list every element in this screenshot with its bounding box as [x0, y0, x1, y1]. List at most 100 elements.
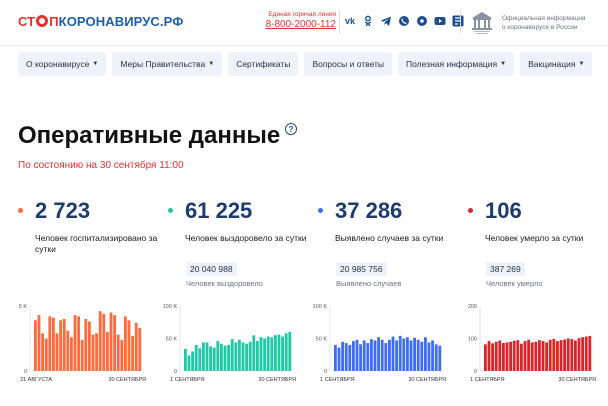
chart-bar[interactable] [527, 339, 531, 371]
chart-bar[interactable] [116, 334, 120, 371]
chart-bar[interactable] [420, 341, 424, 371]
chart-bar[interactable] [127, 320, 131, 371]
chart-bar[interactable] [95, 333, 99, 371]
chart-bar[interactable] [84, 319, 88, 371]
nav-useful-info[interactable]: Полезная информация ▼ [398, 52, 515, 76]
chart-bar[interactable] [520, 343, 523, 371]
chart-bar[interactable] [134, 322, 138, 371]
chart-bar[interactable] [559, 340, 563, 372]
chart-bar[interactable] [212, 347, 216, 371]
chart-bar[interactable] [138, 328, 142, 371]
chart-bar[interactable] [438, 345, 442, 371]
chart-bar[interactable] [388, 339, 391, 371]
chart-bar[interactable] [391, 336, 395, 371]
chart-bar[interactable] [245, 343, 249, 371]
chart-bar[interactable] [270, 337, 274, 371]
chart-bar[interactable] [106, 332, 109, 371]
chart-bar[interactable] [402, 338, 406, 372]
chart-bar[interactable] [284, 333, 288, 371]
chart-bar[interactable] [484, 344, 487, 371]
chart-bar[interactable] [281, 336, 285, 371]
chart-bar[interactable] [216, 341, 220, 371]
chart-bar[interactable] [570, 339, 574, 371]
chart-bar[interactable] [427, 342, 431, 371]
chart-bar[interactable] [348, 345, 352, 371]
vk-icon[interactable]: vk [344, 15, 356, 27]
chart-bar[interactable] [366, 343, 370, 371]
chart-bar[interactable] [409, 340, 413, 371]
chart-bar[interactable] [516, 340, 520, 372]
chart-bar[interactable] [581, 337, 585, 371]
chart-bar[interactable] [556, 341, 559, 371]
chart-bar[interactable] [248, 341, 252, 371]
chart-bar[interactable] [359, 344, 363, 371]
chart-bar[interactable] [34, 320, 37, 371]
nav-faq[interactable]: Вопросы и ответы [304, 52, 393, 76]
chart-bar[interactable] [384, 343, 388, 371]
chart-bar[interactable] [413, 337, 417, 371]
chart-bar[interactable] [509, 341, 513, 371]
chart-bar[interactable] [62, 319, 66, 371]
chart-bar[interactable] [184, 348, 187, 371]
chart-bar[interactable] [80, 339, 84, 371]
site-logo[interactable]: СТ ПКОРОНАВИРУС.РФ [18, 14, 183, 29]
chart-bar[interactable] [238, 339, 241, 371]
chart-bar[interactable] [120, 339, 124, 371]
chart-bar[interactable] [98, 311, 102, 371]
chart-bar[interactable] [187, 355, 191, 371]
chart-bar[interactable] [266, 336, 270, 371]
chart-bar[interactable] [341, 341, 345, 371]
chart-bar[interactable] [530, 342, 534, 371]
chart-bar[interactable] [487, 341, 491, 371]
chart-bar[interactable] [498, 340, 502, 371]
chart-bar[interactable] [370, 339, 373, 371]
chart-bar[interactable] [41, 333, 45, 371]
chart-bar[interactable] [377, 337, 381, 371]
chart-bar[interactable] [505, 342, 509, 371]
telegram-icon[interactable] [380, 15, 392, 27]
chart-bar[interactable] [541, 341, 545, 371]
chart-bar[interactable] [362, 340, 366, 371]
chart-bar[interactable] [277, 334, 281, 371]
chart-bar[interactable] [491, 343, 495, 372]
chart-bar[interactable] [48, 316, 52, 371]
chart-bar[interactable] [352, 341, 355, 371]
chart-bar[interactable] [552, 338, 556, 371]
chart-bar[interactable] [263, 338, 267, 372]
chart-bar[interactable] [288, 332, 292, 371]
chart-bar[interactable] [424, 337, 427, 371]
chart-bar[interactable] [227, 345, 231, 371]
chart-bar[interactable] [241, 342, 245, 371]
chart-bar[interactable] [44, 338, 48, 372]
chart-bar[interactable] [406, 337, 409, 371]
chart-bar[interactable] [52, 317, 55, 371]
chart-bar[interactable] [538, 340, 541, 372]
chart-bar[interactable] [223, 345, 227, 371]
odnoklassniki-icon[interactable] [416, 15, 428, 27]
chart-bar[interactable] [113, 315, 117, 371]
ok-icon[interactable] [362, 15, 374, 27]
chart-bar[interactable] [70, 337, 73, 371]
chart-bar[interactable] [109, 312, 113, 372]
chart-bar[interactable] [574, 340, 577, 371]
chart-bar[interactable] [88, 321, 91, 371]
chart-bar[interactable] [220, 343, 223, 371]
chart-bar[interactable] [502, 343, 505, 371]
hotline-number[interactable]: 8-800-2000-112 [264, 19, 336, 30]
chart-bar[interactable] [434, 344, 438, 371]
chart-bar[interactable] [102, 313, 106, 371]
chart-bar[interactable] [512, 340, 516, 371]
chart-bar[interactable] [256, 341, 259, 371]
chart-bar[interactable] [202, 342, 205, 371]
nav-certificates[interactable]: Сертификаты [228, 52, 299, 76]
chart-bar[interactable] [494, 341, 498, 371]
chart-bar[interactable] [563, 339, 567, 371]
youtube-icon[interactable] [434, 15, 446, 27]
chart-bar[interactable] [334, 345, 337, 371]
government-building-icon[interactable] [468, 8, 496, 36]
nav-about-coronavirus[interactable]: О коронавирусе ▼ [18, 52, 107, 76]
chart-bar[interactable] [198, 348, 202, 371]
chart-bar[interactable] [259, 337, 263, 371]
chart-bar[interactable] [373, 340, 377, 371]
chart-bar[interactable] [274, 335, 277, 371]
